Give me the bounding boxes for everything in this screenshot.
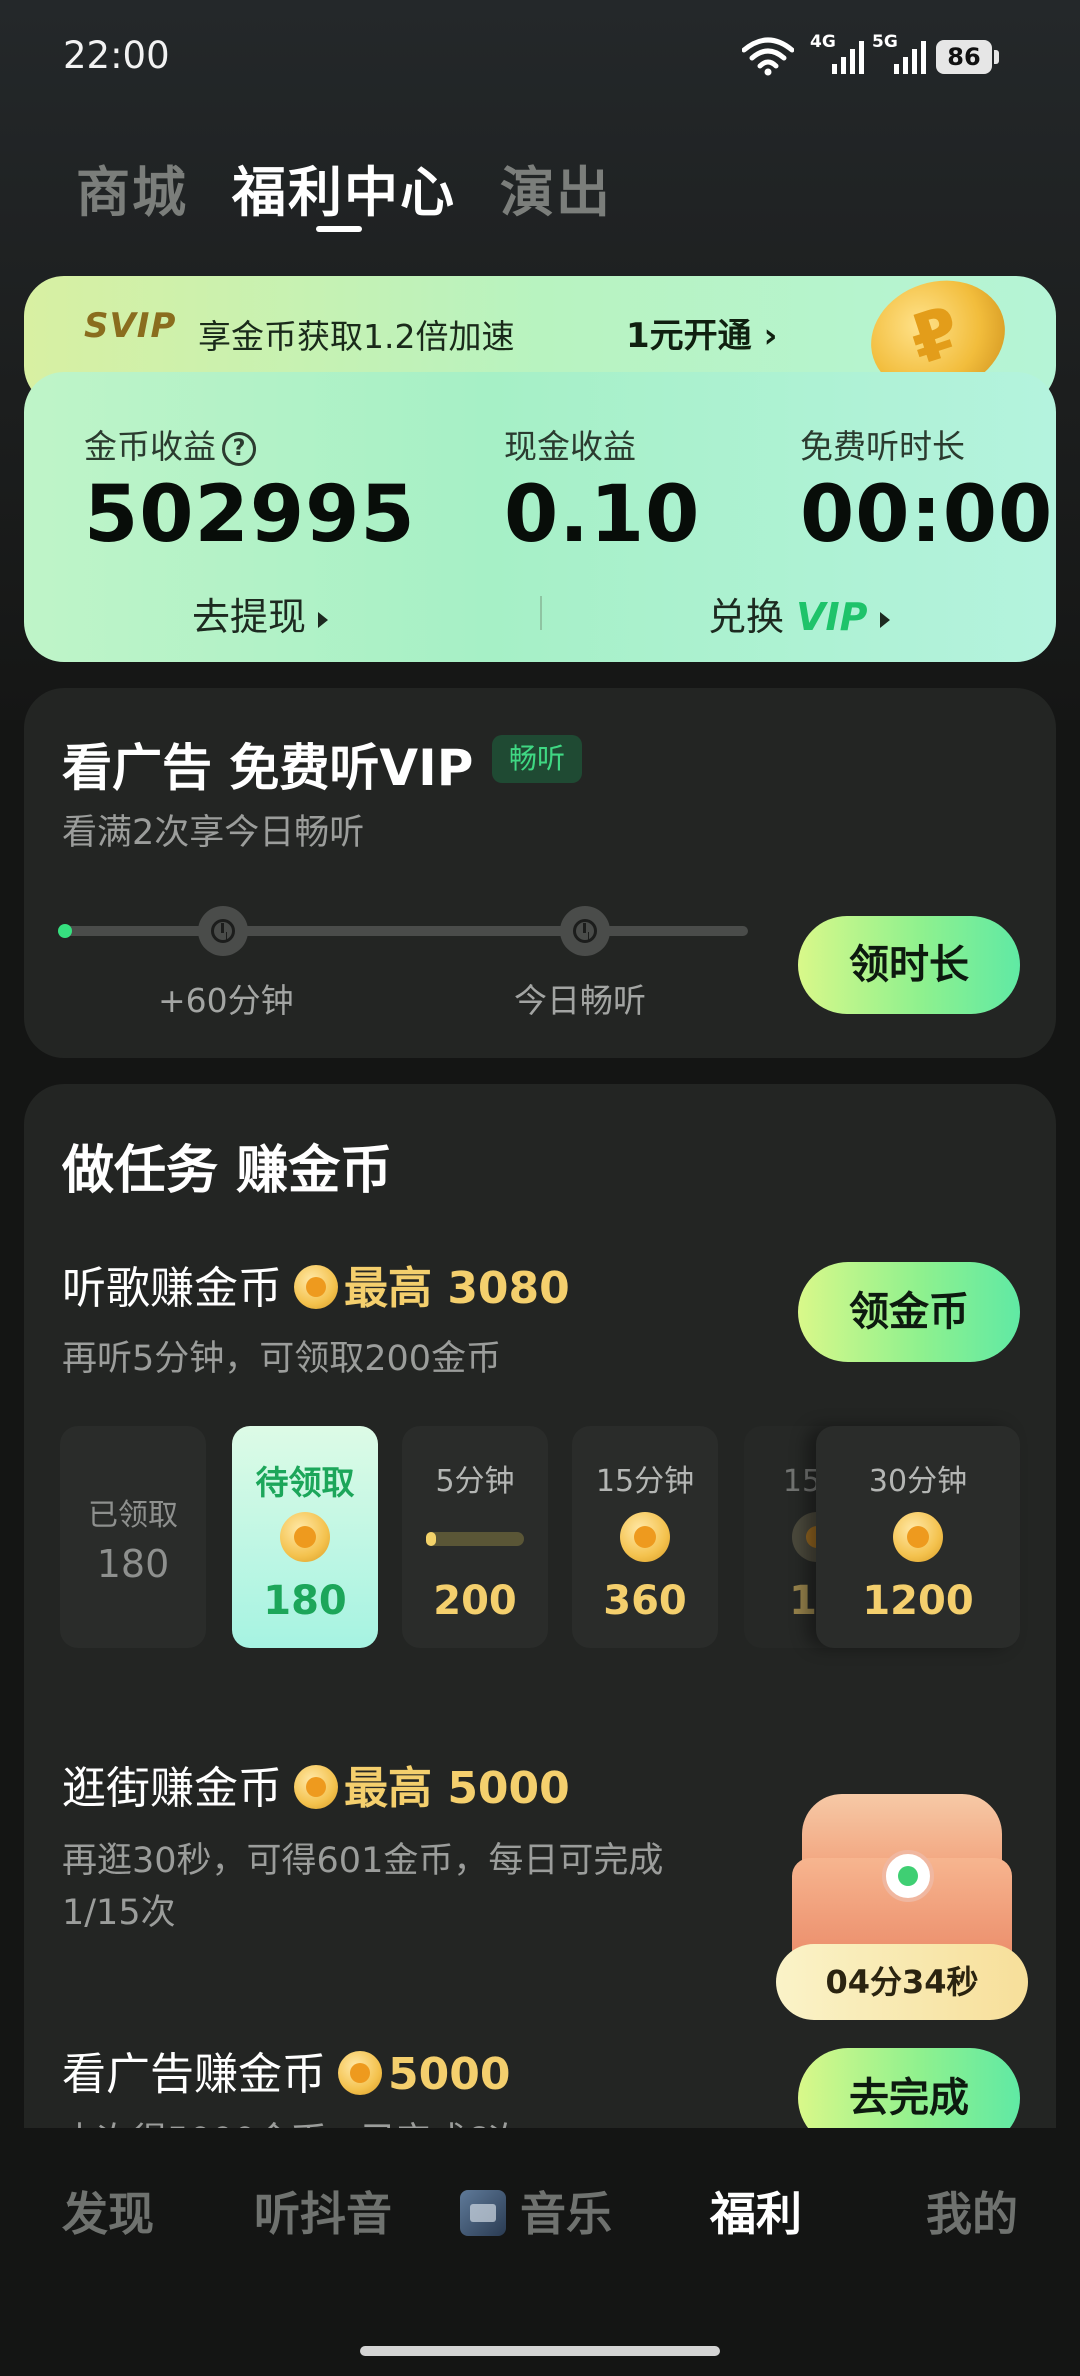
help-icon[interactable]: ? bbox=[222, 431, 256, 466]
tile-amount: 180 bbox=[263, 1578, 347, 1624]
coin-earnings-label: 金币收益? bbox=[84, 420, 256, 468]
clock-icon bbox=[560, 906, 610, 956]
clock-icon bbox=[198, 906, 248, 956]
reward-tile-5min: 5分钟 200 bbox=[402, 1426, 548, 1648]
tile-amount: 200 bbox=[433, 1578, 517, 1624]
step-60min-label: +60分钟 bbox=[158, 981, 294, 1020]
listen-task-max: 最高 3080 bbox=[344, 1263, 570, 1314]
play-arrow-icon bbox=[318, 611, 329, 628]
status-bar: 22:00 4G 5G 86 bbox=[0, 0, 1080, 116]
home-indicator[interactable] bbox=[360, 2346, 720, 2356]
status-time: 22:00 bbox=[63, 34, 170, 77]
tab-welfare-center[interactable]: 福利中心 bbox=[232, 148, 456, 227]
progress-start-dot bbox=[58, 924, 72, 938]
coin-icon bbox=[280, 1512, 330, 1562]
shop-task-name: 逛街赚金币 最高 5000 bbox=[62, 1752, 570, 1816]
claim-coins-button[interactable]: 领金币 bbox=[798, 1262, 1020, 1362]
ads-task-max: 5000 bbox=[388, 2049, 511, 2100]
tile-label: 已领取 bbox=[88, 1498, 178, 1533]
svip-open-link[interactable]: 1元开通 › bbox=[626, 308, 778, 357]
ad-card-title: 看广告 免费听VIP bbox=[62, 739, 474, 797]
reward-tile-30min: 30分钟 1200 bbox=[816, 1426, 1020, 1648]
step-unlimited-label: 今日畅听 bbox=[514, 981, 646, 1020]
wifi-icon bbox=[742, 37, 794, 76]
withdraw-link[interactable]: 去提现 bbox=[192, 586, 329, 641]
listen-task-desc: 再听5分钟，可领取200金币 bbox=[62, 1339, 502, 1379]
shop-task-desc-line2: 1/15次 bbox=[62, 1893, 176, 1933]
tile-amount: 180 bbox=[96, 1542, 170, 1586]
tile-amount: 360 bbox=[603, 1578, 687, 1624]
coin-icon bbox=[294, 1765, 338, 1809]
reward-tile-claimed: 已领取 180 bbox=[60, 1426, 206, 1648]
coin-icon bbox=[338, 2051, 382, 2095]
coin-icon bbox=[620, 1512, 670, 1562]
nav-me[interactable]: 我的 bbox=[926, 2178, 1018, 2244]
shop-timer: 04分34秒 bbox=[776, 1944, 1028, 2020]
redeem-vip-link[interactable]: 兑换 VIP bbox=[708, 586, 890, 641]
claim-duration-button[interactable]: 领时长 bbox=[798, 916, 1020, 1014]
ads-task-name-text: 看广告赚金币 bbox=[62, 2049, 326, 2100]
battery-level: 86 bbox=[936, 40, 992, 74]
svip-logo: SVIP bbox=[84, 306, 177, 346]
free-listen-value: 00:00 bbox=[800, 470, 1054, 560]
shop-task-desc-line1: 再逛30秒，可得601金币，每日可完成 bbox=[62, 1841, 664, 1881]
tile-label: 待领取 bbox=[255, 1463, 355, 1502]
active-tab-indicator bbox=[316, 226, 362, 232]
redeem-vip-word: VIP bbox=[796, 595, 868, 639]
cash-earnings-label: 现金收益 bbox=[504, 427, 636, 466]
nav-listen-douyin[interactable]: 听抖音 bbox=[254, 2178, 392, 2244]
tile-amount: 1200 bbox=[862, 1578, 974, 1624]
tile-label: 15分钟 bbox=[595, 1464, 695, 1499]
coin-icon bbox=[294, 1265, 338, 1309]
tasks-title: 做任务 赚金币 bbox=[62, 1141, 393, 1201]
shop-task-name-text: 逛街赚金币 bbox=[62, 1763, 282, 1814]
reward-tile-pending[interactable]: 待领取 180 bbox=[232, 1426, 378, 1648]
tile-progress-track bbox=[426, 1532, 524, 1546]
tab-mall[interactable]: 商城 bbox=[76, 148, 188, 227]
free-listen-label: 免费听时长 bbox=[800, 427, 965, 466]
unlimited-badge: 畅听 bbox=[492, 735, 582, 783]
cash-earnings-value: 0.10 bbox=[504, 470, 701, 560]
tile-progress-fill bbox=[426, 1532, 436, 1546]
divider bbox=[540, 596, 542, 630]
shop-task-max: 最高 5000 bbox=[344, 1763, 570, 1814]
nav-music[interactable]: 音乐 bbox=[460, 2178, 612, 2244]
chest-lock-icon bbox=[882, 1850, 934, 1902]
nav-discover[interactable]: 发现 bbox=[62, 2178, 154, 2244]
listen-task-name: 听歌赚金币 最高 3080 bbox=[62, 1252, 570, 1316]
battery-icon bbox=[994, 50, 999, 64]
coin-earnings-value: 502995 bbox=[84, 470, 416, 560]
coins-stack-icon bbox=[893, 1512, 943, 1562]
ad-progress-track bbox=[62, 926, 748, 936]
coin-earnings-label-text: 金币收益 bbox=[84, 427, 216, 466]
nav-music-label: 音乐 bbox=[520, 2187, 612, 2241]
bottom-nav-bar bbox=[0, 2128, 1080, 2376]
music-album-icon bbox=[460, 2190, 506, 2236]
ads-task-name: 看广告赚金币 5000 bbox=[62, 2038, 510, 2102]
svip-promo-text: 享金币获取1.2倍加速 bbox=[198, 317, 515, 356]
tile-label: 5分钟 bbox=[435, 1464, 515, 1499]
play-arrow-icon bbox=[879, 611, 890, 628]
redeem-text: 兑换 bbox=[708, 595, 785, 639]
nav-welfare[interactable]: 福利 bbox=[710, 2178, 802, 2244]
listen-task-name-text: 听歌赚金币 bbox=[62, 1263, 282, 1314]
reward-tile-15min: 15分钟 360 bbox=[572, 1426, 718, 1648]
tile-label: 30分钟 bbox=[868, 1464, 968, 1499]
withdraw-link-text: 去提现 bbox=[192, 595, 307, 639]
tab-shows[interactable]: 演出 bbox=[500, 148, 612, 227]
ad-card-subtitle: 看满2次享今日畅听 bbox=[62, 813, 365, 853]
